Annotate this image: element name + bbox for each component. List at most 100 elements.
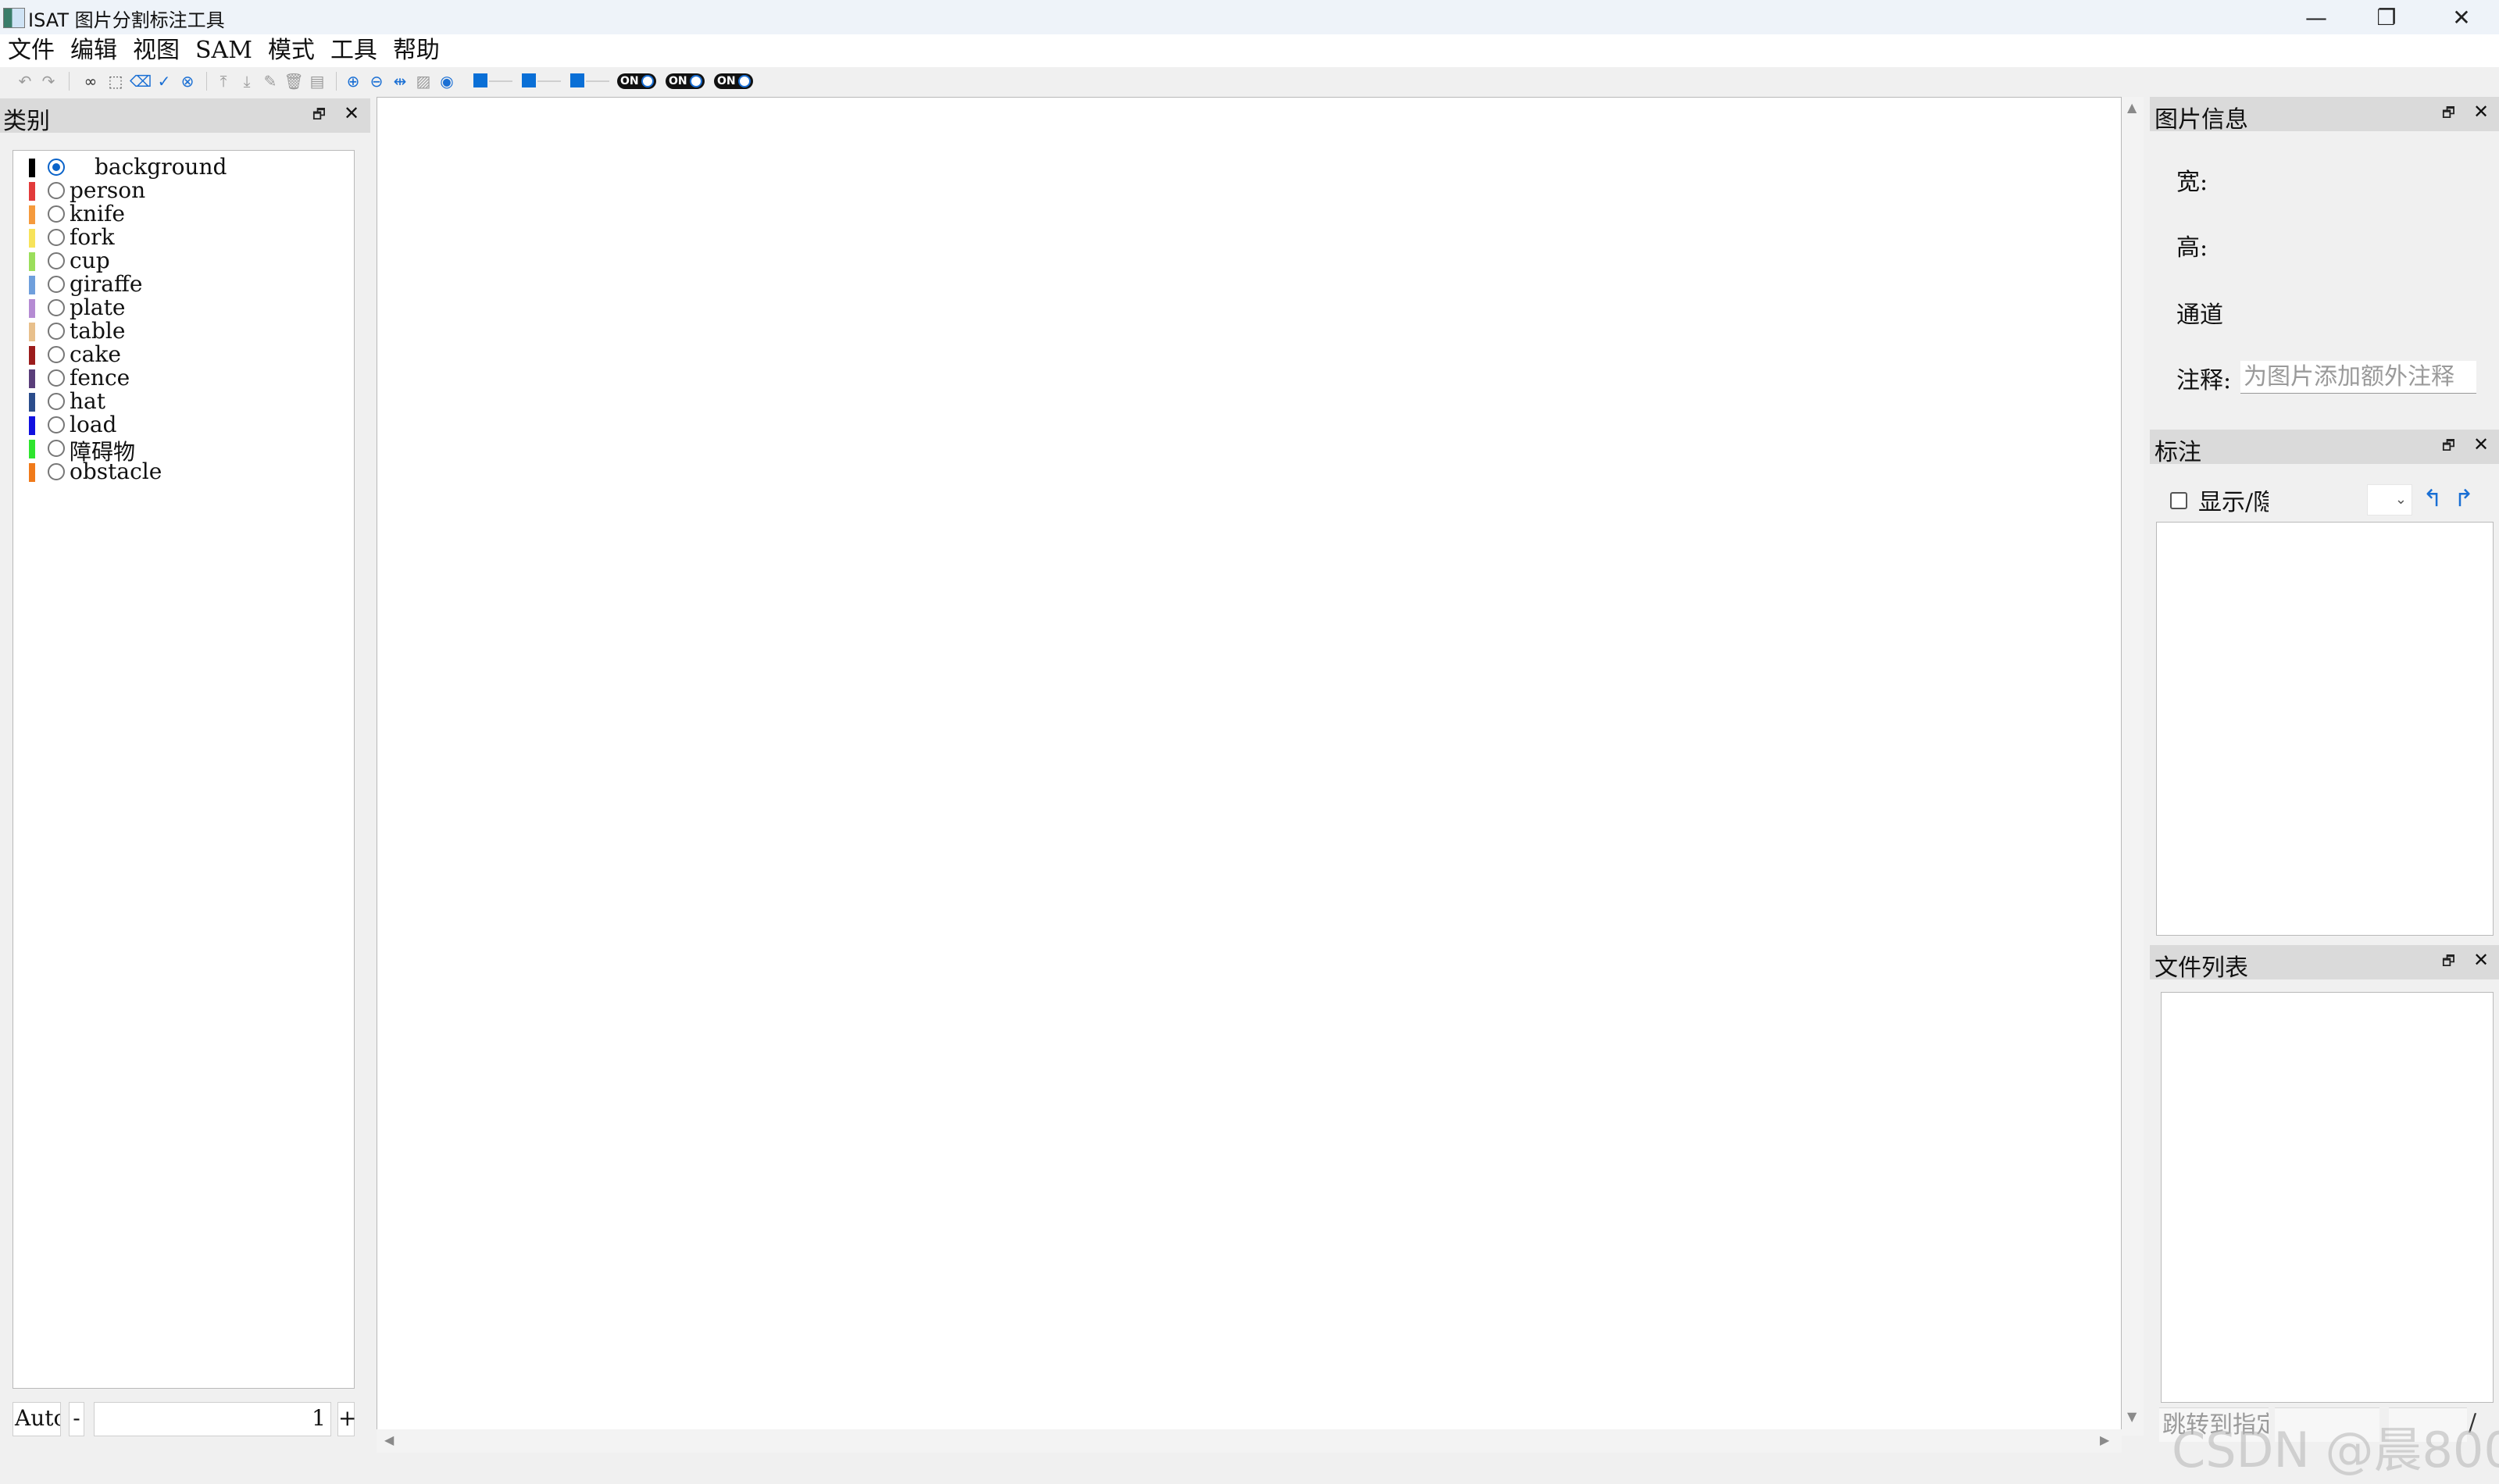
move-up-icon[interactable]: ⤒ [214, 72, 233, 91]
category-item[interactable]: knife [21, 201, 349, 227]
redo-icon[interactable]: ↷ [39, 72, 58, 91]
scroll-left-icon[interactable]: ◀ [384, 1432, 394, 1447]
fit-window-icon[interactable]: ⇹ [391, 72, 409, 91]
category-radio[interactable] [48, 299, 65, 316]
backspace-icon[interactable]: ⌫ [130, 72, 152, 91]
next-group-icon[interactable]: ↱ [2451, 486, 2476, 512]
category-item[interactable]: 障碍物 [21, 437, 349, 465]
category-item[interactable]: fence [21, 365, 349, 391]
category-radio[interactable] [48, 159, 65, 176]
point-size-slider-track[interactable] [537, 80, 561, 82]
category-label: fence [70, 365, 130, 391]
group-select[interactable]: ⌄ [2367, 484, 2412, 515]
visibility-icon[interactable]: ◉ [437, 72, 456, 91]
decrement-button[interactable]: - [69, 1402, 84, 1436]
note-input[interactable]: 为图片添加额外注释 [2240, 361, 2476, 394]
image-canvas[interactable] [377, 97, 2122, 1453]
category-item[interactable]: table [21, 318, 349, 344]
category-color-swatch [29, 299, 35, 318]
category-item[interactable]: person [21, 177, 349, 203]
menu-edit[interactable]: 编辑 [62, 34, 125, 67]
increment-button[interactable]: + [337, 1402, 356, 1436]
category-radio[interactable] [48, 276, 65, 293]
file-list[interactable] [2161, 992, 2494, 1403]
menu-view[interactable]: 视图 [125, 34, 187, 67]
menu-tools[interactable]: 工具 [323, 34, 385, 67]
toggle-switch-1[interactable]: ON [617, 73, 656, 89]
scroll-down-icon[interactable]: ▼ [2127, 1409, 2137, 1424]
note-label: 注释: [2176, 367, 2232, 394]
line-width-slider-handle[interactable] [570, 73, 584, 87]
group-id-input[interactable]: 1 [94, 1402, 331, 1436]
zoom-out-icon[interactable]: ⊖ [367, 72, 386, 91]
category-color-swatch [29, 440, 35, 458]
zoom-in-icon[interactable]: ⊕ [344, 72, 362, 91]
annotation-list[interactable] [2156, 522, 2494, 936]
horizontal-scrollbar[interactable]: ◀ ▶ [377, 1429, 2122, 1453]
previous-group-icon[interactable]: ↰ [2420, 486, 2445, 512]
category-color-swatch [29, 182, 35, 201]
link-icon[interactable]: ∞ [81, 72, 100, 91]
close-dock-icon[interactable]: ✕ [2473, 951, 2490, 969]
category-item[interactable]: plate [21, 294, 349, 320]
category-item[interactable]: fork [21, 224, 349, 250]
check-icon[interactable]: ✓ [155, 72, 173, 91]
category-color-swatch [29, 159, 35, 177]
category-item[interactable]: hat [21, 388, 349, 414]
show-all-checkbox[interactable] [2170, 492, 2187, 509]
category-radio[interactable] [48, 369, 65, 387]
delete-icon[interactable]: 🗑 [284, 72, 303, 91]
switch-knob [738, 75, 751, 87]
image-info-dock-header: 图片信息 🗗 ✕ [2150, 97, 2499, 134]
category-radio[interactable] [48, 416, 65, 433]
float-dock-icon[interactable]: 🗗 [2442, 954, 2456, 969]
category-label: cake [70, 341, 121, 367]
menu-mode[interactable]: 模式 [260, 34, 323, 67]
category-radio[interactable] [48, 346, 65, 363]
cancel-icon[interactable]: ⊗ [178, 72, 197, 91]
close-dock-icon[interactable]: ✕ [2473, 435, 2490, 454]
category-color-swatch [29, 346, 35, 365]
category-item[interactable]: background [21, 154, 349, 180]
category-radio[interactable] [48, 205, 65, 223]
toggle-switch-2[interactable]: ON [666, 73, 705, 89]
category-radio[interactable] [48, 463, 65, 480]
category-item[interactable]: obstacle [21, 458, 349, 484]
category-item[interactable]: load [21, 412, 349, 437]
opacity-slider-track[interactable] [489, 80, 512, 82]
rectangle-select-icon[interactable]: ⬚ [106, 72, 125, 91]
menu-help[interactable]: 帮助 [385, 34, 448, 67]
menu-file[interactable]: 文件 [0, 34, 62, 67]
toggle-switch-3[interactable]: ON [714, 73, 753, 89]
minimize-button[interactable]: — [2281, 0, 2351, 34]
float-dock-icon[interactable]: 🗗 [2442, 106, 2456, 120]
scroll-right-icon[interactable]: ▶ [2100, 1432, 2109, 1447]
category-radio[interactable] [48, 323, 65, 340]
image-icon[interactable]: ▨ [414, 72, 433, 91]
point-size-slider-handle[interactable] [522, 73, 536, 87]
menu-sam[interactable]: SAM [187, 34, 260, 67]
float-dock-icon[interactable]: 🗗 [2442, 439, 2456, 453]
move-down-icon[interactable]: ⤓ [237, 72, 256, 91]
float-dock-icon[interactable]: 🗗 [312, 108, 327, 122]
category-item[interactable]: cake [21, 341, 349, 367]
category-item[interactable]: giraffe [21, 271, 349, 297]
scroll-up-icon[interactable]: ▲ [2127, 100, 2137, 115]
category-radio[interactable] [48, 229, 65, 246]
edit-icon[interactable]: ✎ [261, 72, 280, 91]
auto-button[interactable]: Auto [12, 1402, 61, 1436]
undo-icon[interactable]: ↶ [16, 72, 34, 91]
vertical-scrollbar[interactable]: ▲ ▼ [2122, 97, 2144, 1436]
close-button[interactable]: ✕ [2426, 0, 2497, 34]
opacity-slider-handle[interactable] [473, 73, 487, 87]
restore-button[interactable]: ❐ [2351, 0, 2422, 34]
close-dock-icon[interactable]: ✕ [344, 104, 361, 123]
category-item[interactable]: cup [21, 248, 349, 273]
category-radio[interactable] [48, 393, 65, 410]
category-radio[interactable] [48, 182, 65, 199]
line-width-slider-track[interactable] [586, 80, 609, 82]
close-dock-icon[interactable]: ✕ [2473, 102, 2490, 121]
category-radio[interactable] [48, 252, 65, 269]
category-radio[interactable] [48, 440, 65, 457]
save-icon[interactable]: ▤ [308, 72, 327, 91]
